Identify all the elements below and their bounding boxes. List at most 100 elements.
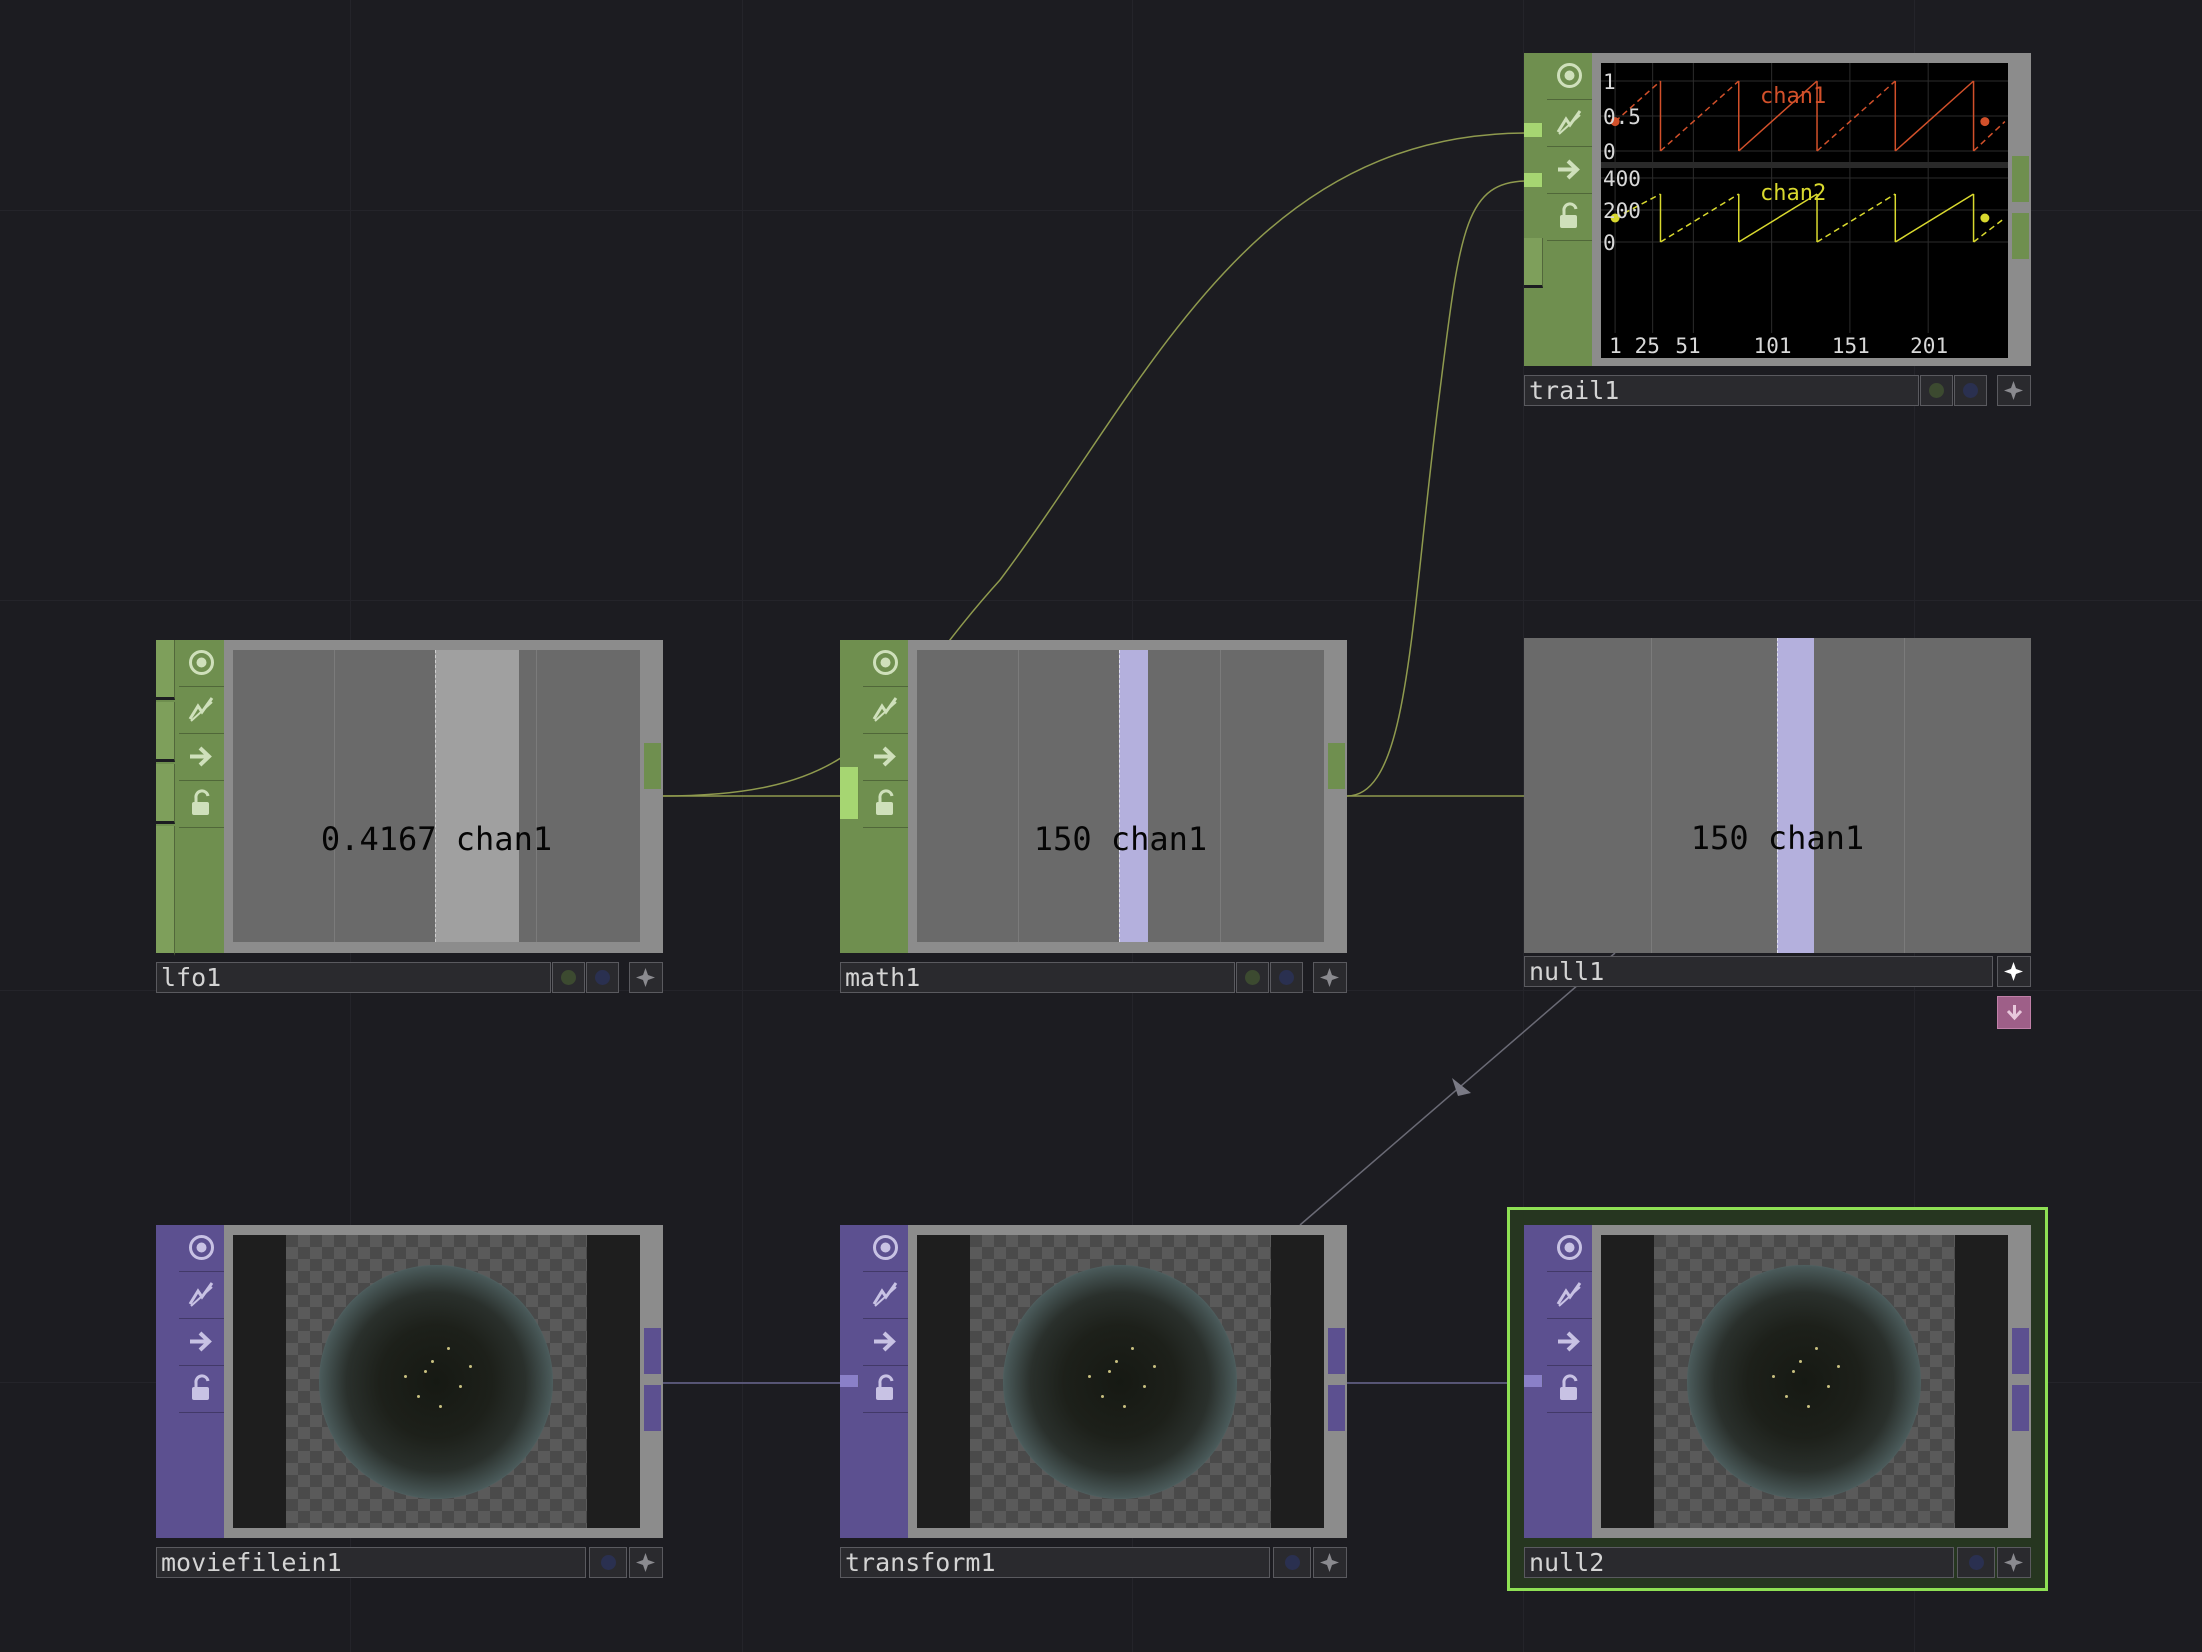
- bypass-icon[interactable]: [179, 687, 224, 734]
- x-tick-label: 51: [1675, 334, 1700, 358]
- math1-output-connector[interactable]: [1328, 743, 1345, 789]
- math1-viewer: 150 chan1: [917, 650, 1324, 942]
- trail1-name-field[interactable]: trail1: [1524, 375, 1919, 406]
- display-flag-icon[interactable]: [1547, 1319, 1592, 1366]
- viewer-active-icon[interactable]: [863, 640, 908, 687]
- display-flag-icon[interactable]: [863, 1319, 908, 1366]
- null1-pin-icon[interactable]: [1997, 956, 2031, 987]
- bypass-icon[interactable]: [1547, 1272, 1592, 1319]
- transform1-sphere-image: [1003, 1265, 1237, 1499]
- display-flag-icon[interactable]: [179, 1319, 224, 1366]
- display-flag-icon[interactable]: [1547, 147, 1592, 194]
- viewer-active-icon[interactable]: [1547, 53, 1592, 100]
- lock-icon[interactable]: [179, 781, 224, 828]
- viewer-active-icon[interactable]: [179, 1225, 224, 1272]
- trail1-input-connector[interactable]: [1524, 173, 1543, 187]
- null2-name-field[interactable]: null2: [1524, 1547, 1954, 1578]
- trail1-clone-flag[interactable]: [1954, 375, 1987, 406]
- transform1-input-tab: [840, 1225, 863, 1538]
- moviefilein1-output-connector[interactable]: [644, 1385, 661, 1431]
- sphere-particle: [1108, 1370, 1111, 1373]
- lock-icon[interactable]: [1547, 194, 1592, 241]
- lfo1-name-field[interactable]: lfo1: [156, 962, 551, 993]
- moviefilein1-sphere-image: [319, 1265, 553, 1499]
- x-tick-label: 1: [1609, 334, 1622, 358]
- transform1-output-connector[interactable]: [1328, 1328, 1345, 1374]
- viewer-active-icon[interactable]: [1547, 1225, 1592, 1272]
- null1-value-readout: 150 chan1: [1690, 819, 1865, 857]
- x-tick-label: 101: [1754, 334, 1792, 358]
- null1-name-field[interactable]: null1: [1524, 956, 1993, 987]
- lfo1-viewer: 0.4167 chan1: [233, 650, 640, 942]
- lock-icon[interactable]: [863, 1366, 908, 1413]
- lfo1-cook-flag[interactable]: [552, 962, 585, 993]
- transform1-name-field[interactable]: transform1: [840, 1547, 1270, 1578]
- trail1-input-connector[interactable]: [1524, 123, 1543, 137]
- lfo1-input-connector[interactable]: [156, 702, 175, 762]
- sphere-particle: [431, 1360, 434, 1363]
- chan2-segment: [1973, 217, 2006, 243]
- math1-pin-icon[interactable]: [1313, 962, 1347, 993]
- chan1-end-marker: [1980, 117, 1990, 127]
- lfo1-input-connector[interactable]: [156, 826, 175, 956]
- math1-value-bar: [1119, 650, 1148, 942]
- moviefilein1-pin-icon[interactable]: [629, 1547, 663, 1578]
- x-tick-label: 151: [1832, 334, 1870, 358]
- null1-export-down-icon[interactable]: [1997, 996, 2031, 1029]
- bypass-icon[interactable]: [1547, 100, 1592, 147]
- transform1-output-connector[interactable]: [1328, 1385, 1345, 1431]
- chan1-label: chan1: [1760, 84, 1826, 109]
- null2-clone-flag[interactable]: [1957, 1547, 1995, 1578]
- display-flag-icon[interactable]: [179, 734, 224, 781]
- trail1-pin-icon[interactable]: [1997, 375, 2031, 406]
- bypass-icon[interactable]: [179, 1272, 224, 1319]
- null2-input-connector[interactable]: [1524, 1375, 1543, 1387]
- display-flag-icon[interactable]: [863, 734, 908, 781]
- lfo1-input-tab: [156, 640, 179, 956]
- null2-output-connector[interactable]: [2012, 1328, 2029, 1374]
- viewer-active-icon[interactable]: [179, 640, 224, 687]
- trail1-node[interactable]: chan1 1 0.5 0 chan2 400 200 0 1 51 101 151 201 25 tra…: [1524, 53, 2031, 406]
- null1-node[interactable]: 150 chan1 null1: [1524, 638, 2031, 1029]
- lock-icon[interactable]: [179, 1366, 224, 1413]
- null2-output-connector[interactable]: [2012, 1385, 2029, 1431]
- trail1-output-bar: [2011, 53, 2030, 366]
- transform1-node[interactable]: transform1: [840, 1225, 1347, 1578]
- transform1-clone-flag[interactable]: [1273, 1547, 1311, 1578]
- math1-cook-flag[interactable]: [1236, 962, 1269, 993]
- math1-input-connector[interactable]: [840, 767, 859, 819]
- trail1-cook-flag[interactable]: [1920, 375, 1953, 406]
- math1-name-field[interactable]: math1: [840, 962, 1235, 993]
- sphere-particle: [417, 1395, 420, 1398]
- trail1-output-connector[interactable]: [2012, 156, 2029, 202]
- transform1-pin-icon[interactable]: [1313, 1547, 1347, 1578]
- null1-viewer: 150 chan1: [1524, 638, 2031, 953]
- lfo1-input-connector[interactable]: [156, 640, 175, 700]
- moviefilein1-node[interactable]: moviefilein1: [156, 1225, 663, 1578]
- moviefilein1-clone-flag[interactable]: [589, 1547, 627, 1578]
- transform1-input-connector[interactable]: [840, 1375, 859, 1387]
- null2-pin-icon[interactable]: [1997, 1547, 2031, 1578]
- trail1-input-connector[interactable]: [1524, 238, 1543, 288]
- null2-node[interactable]: null2: [1524, 1225, 2031, 1578]
- sphere-particle: [1772, 1375, 1775, 1378]
- moviefilein1-name-field[interactable]: moviefilein1: [156, 1547, 586, 1578]
- lfo1-input-connector[interactable]: [156, 764, 175, 824]
- lfo1-pin-icon[interactable]: [629, 962, 663, 993]
- lfo1-node[interactable]: 0.4167 chan1 lfo1: [156, 640, 663, 993]
- chan2-segment: [1894, 193, 1974, 243]
- lfo1-output-connector[interactable]: [644, 743, 661, 789]
- moviefilein1-output-connector[interactable]: [644, 1328, 661, 1374]
- sphere-particle: [459, 1385, 462, 1388]
- viewer-active-icon[interactable]: [863, 1225, 908, 1272]
- lock-icon[interactable]: [863, 781, 908, 828]
- chan2-end-marker: [1980, 213, 1990, 223]
- math1-clone-flag[interactable]: [1270, 962, 1303, 993]
- lock-icon[interactable]: [1547, 1366, 1592, 1413]
- bypass-icon[interactable]: [863, 1272, 908, 1319]
- bypass-icon[interactable]: [863, 687, 908, 734]
- chan1-segment: [1973, 121, 2006, 152]
- lfo1-clone-flag[interactable]: [586, 962, 619, 993]
- trail1-output-connector[interactable]: [2012, 213, 2029, 259]
- math1-node[interactable]: 150 chan1 math1: [840, 640, 1347, 993]
